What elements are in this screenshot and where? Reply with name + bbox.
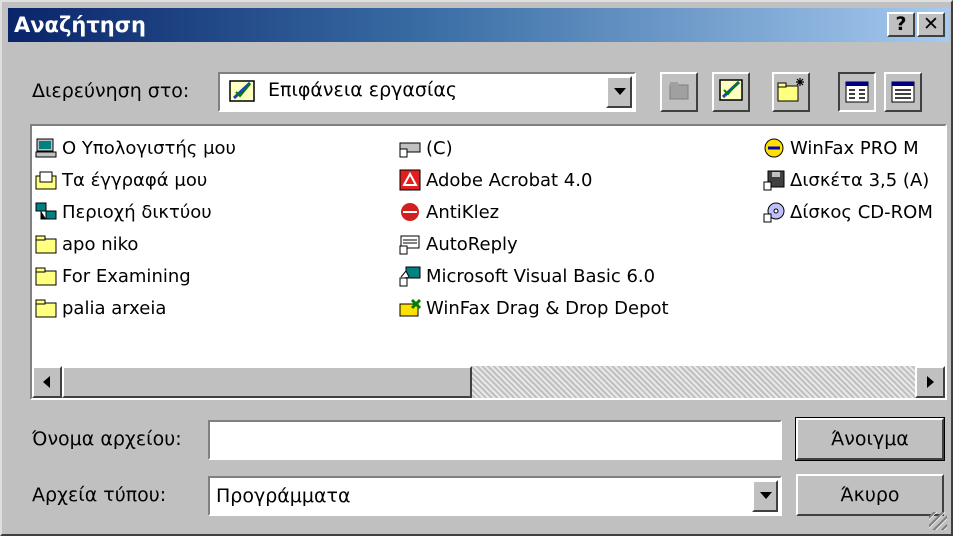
desktop-icon xyxy=(719,79,743,101)
filetype-value: Προγράμματα xyxy=(216,485,351,507)
floppy-icon xyxy=(763,170,785,191)
filetype-combo[interactable]: Προγράμματα xyxy=(208,476,782,516)
list-item[interactable]: Δίσκος CD-ROM xyxy=(762,198,933,226)
open-button[interactable]: Άνοιγμα xyxy=(795,417,945,461)
list-item[interactable]: Microsoft Visual Basic 6.0 xyxy=(398,262,655,290)
cdrom-icon xyxy=(763,202,785,223)
look-in-label: Διερεύνηση στο: xyxy=(32,80,190,102)
look-in-combo[interactable]: Επιφάνεια εργασίας xyxy=(218,72,636,112)
list-item[interactable]: For Examining xyxy=(34,262,191,290)
list-view-icon xyxy=(845,81,869,103)
my-documents-icon xyxy=(35,171,57,190)
arrow-left-icon xyxy=(43,376,50,388)
folder-icon xyxy=(35,267,57,286)
desktop-icon xyxy=(229,80,255,102)
cancel-button[interactable]: Άκυρο xyxy=(796,474,944,516)
network-icon xyxy=(35,202,57,220)
details-view-icon xyxy=(891,81,915,103)
details-view-button[interactable] xyxy=(884,72,922,112)
list-item[interactable]: Ο Υπολογιστής μου xyxy=(34,134,236,162)
help-button[interactable]: ? xyxy=(887,12,915,37)
desktop-button[interactable] xyxy=(712,72,750,112)
list-item[interactable]: (C) xyxy=(398,134,453,162)
new-folder-button[interactable] xyxy=(772,72,810,112)
scroll-right-button[interactable] xyxy=(915,366,945,398)
folder-icon xyxy=(35,299,57,318)
resize-grip[interactable] xyxy=(929,512,947,530)
autoreply-icon xyxy=(399,235,420,255)
arrow-right-icon xyxy=(927,376,934,388)
scroll-thumb[interactable] xyxy=(62,366,472,398)
title-bar[interactable]: Αναζήτηση ? ✕ xyxy=(8,8,949,42)
list-item[interactable]: apo niko xyxy=(34,230,138,258)
list-item[interactable]: Δισκέτα 3,5 (A) xyxy=(762,166,929,194)
my-computer-icon xyxy=(35,138,57,158)
list-item[interactable]: Περιοχή δικτύου xyxy=(34,198,212,226)
chevron-down-icon xyxy=(614,88,626,95)
antiklez-icon xyxy=(401,203,419,221)
up-one-level-button[interactable] xyxy=(660,72,698,112)
folder-icon xyxy=(35,235,57,254)
list-item[interactable]: Adobe Acrobat 4.0 xyxy=(398,166,592,194)
scroll-left-button[interactable] xyxy=(32,366,62,398)
filename-label: Όνομα αρχείου: xyxy=(32,428,182,450)
list-item[interactable]: AntiKlez xyxy=(398,198,499,226)
close-button[interactable]: ✕ xyxy=(917,12,945,37)
list-item[interactable]: AutoReply xyxy=(398,230,518,258)
list-item[interactable]: WinFax PRO M xyxy=(762,134,919,162)
file-list[interactable]: Ο Υπολογιστής μου Τα έγγραφά μου Περιοχή… xyxy=(30,124,947,400)
list-item[interactable]: WinFax Drag & Drop Depot xyxy=(398,294,669,322)
winfax-icon xyxy=(764,138,784,158)
look-in-dropdown-button[interactable] xyxy=(606,76,632,108)
up-folder-icon xyxy=(669,82,689,100)
filename-input[interactable] xyxy=(208,420,782,460)
list-item[interactable]: palia arxeia xyxy=(34,294,166,322)
acrobat-icon xyxy=(399,169,421,191)
chevron-down-icon xyxy=(760,492,772,499)
filetype-dropdown-button[interactable] xyxy=(752,480,778,512)
new-folder-icon xyxy=(777,78,804,102)
open-dialog: Αναζήτηση ? ✕ Διερεύνηση στο: Επιφάνεια … xyxy=(0,0,953,536)
visual-basic-icon xyxy=(399,266,421,287)
winfax-depot-icon xyxy=(399,298,422,317)
drive-shortcut-icon xyxy=(399,142,421,158)
look-in-value: Επιφάνεια εργασίας xyxy=(268,79,458,101)
list-view-button[interactable] xyxy=(838,72,876,112)
dialog-title: Αναζήτηση xyxy=(14,13,146,37)
filetype-label: Αρχεία τύπου: xyxy=(32,484,167,506)
horizontal-scrollbar[interactable] xyxy=(32,366,945,398)
list-item[interactable]: Τα έγγραφά μου xyxy=(34,166,207,194)
